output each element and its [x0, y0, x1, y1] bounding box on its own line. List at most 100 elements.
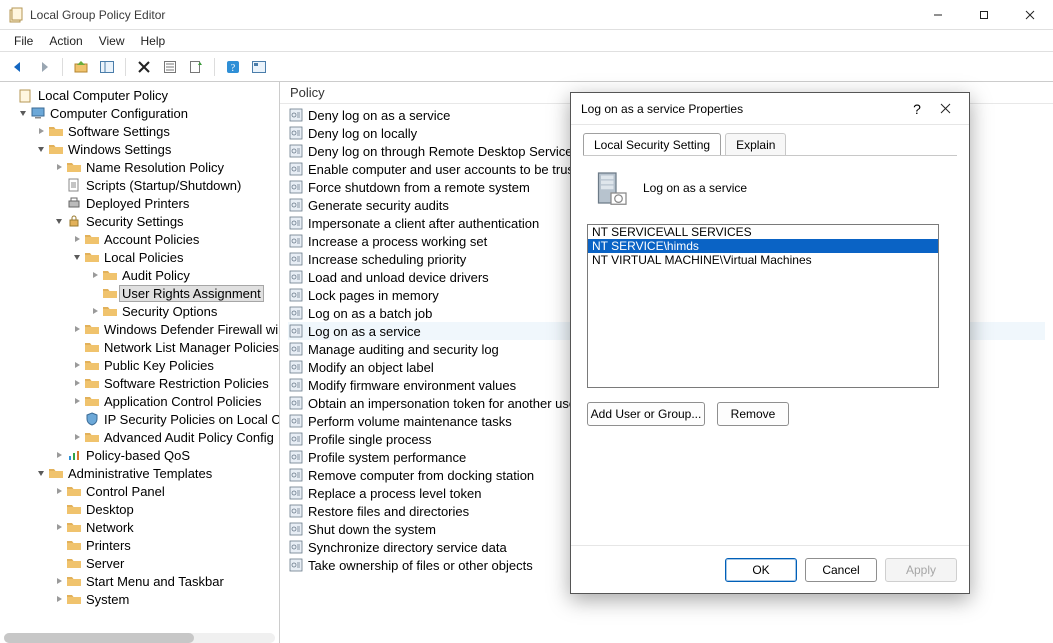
- tree-user-rights-assignment[interactable]: User Rights Assignment: [0, 284, 279, 302]
- chevron-right-icon[interactable]: [52, 592, 66, 606]
- tree-network[interactable]: Network: [0, 518, 279, 536]
- chevron-right-icon[interactable]: [88, 268, 102, 282]
- member-row[interactable]: NT VIRTUAL MACHINE\Virtual Machines: [588, 253, 938, 267]
- tree-wdfw[interactable]: Windows Defender Firewall wi: [0, 320, 279, 338]
- tab-local-security-setting[interactable]: Local Security Setting: [583, 133, 721, 155]
- dialog-help-button[interactable]: ?: [903, 95, 931, 123]
- add-user-or-group-button[interactable]: Add User or Group...: [587, 402, 705, 426]
- dialog-titlebar[interactable]: Log on as a service Properties ?: [571, 93, 969, 125]
- list-item-label: Shut down the system: [308, 522, 436, 537]
- tree-account-policies[interactable]: Account Policies: [0, 230, 279, 248]
- tree-scripts[interactable]: Scripts (Startup/Shutdown): [0, 176, 279, 194]
- tree-server[interactable]: Server: [0, 554, 279, 572]
- member-row[interactable]: NT SERVICE\ALL SERVICES: [588, 225, 938, 239]
- up-button[interactable]: [69, 56, 93, 78]
- chevron-right-icon[interactable]: [34, 124, 48, 138]
- tree-admin-templates[interactable]: Administrative Templates: [0, 464, 279, 482]
- tree-control-panel[interactable]: Control Panel: [0, 482, 279, 500]
- chevron-right-icon[interactable]: [70, 394, 84, 408]
- tree-audit-policy[interactable]: Audit Policy: [0, 266, 279, 284]
- member-row[interactable]: NT SERVICE\himds: [588, 239, 938, 253]
- refresh-button[interactable]: [247, 56, 271, 78]
- chevron-down-icon[interactable]: [52, 214, 66, 228]
- chevron-down-icon[interactable]: [34, 466, 48, 480]
- export-list-button[interactable]: [184, 56, 208, 78]
- chevron-right-icon[interactable]: [70, 376, 84, 390]
- tree-windows-settings[interactable]: Windows Settings: [0, 140, 279, 158]
- folder-icon: [66, 555, 82, 571]
- list-item-label: Profile single process: [308, 432, 432, 447]
- tabstrip: Local Security Setting Explain: [583, 131, 957, 155]
- tree-item-label: Administrative Templates: [68, 466, 212, 481]
- tree-pk-policies[interactable]: Public Key Policies: [0, 356, 279, 374]
- tree-nlmp[interactable]: Network List Manager Policies: [0, 338, 279, 356]
- apply-button[interactable]: Apply: [885, 558, 957, 582]
- chevron-right-icon[interactable]: [52, 520, 66, 534]
- menu-file[interactable]: File: [6, 32, 41, 50]
- minimize-button[interactable]: [915, 0, 961, 30]
- dialog-close-button[interactable]: [931, 95, 959, 123]
- chevron-right-icon[interactable]: [52, 574, 66, 588]
- policy-setting-icon: [288, 197, 304, 213]
- properties-button[interactable]: [158, 56, 182, 78]
- svg-text:?: ?: [231, 63, 236, 74]
- tree-aapc[interactable]: Advanced Audit Policy Config: [0, 428, 279, 446]
- tree-item-label: Software Settings: [68, 124, 170, 139]
- chevron-right-icon[interactable]: [52, 448, 66, 462]
- menu-help[interactable]: Help: [133, 32, 174, 50]
- policy-setting-icon: [288, 269, 304, 285]
- chevron-right-icon[interactable]: [88, 304, 102, 318]
- remove-button[interactable]: Remove: [717, 402, 789, 426]
- chevron-down-icon[interactable]: [34, 142, 48, 156]
- tree-security-options[interactable]: Security Options: [0, 302, 279, 320]
- nav-tree[interactable]: Local Computer Policy Computer Configura…: [0, 82, 279, 631]
- close-button[interactable]: [1007, 0, 1053, 30]
- cancel-button[interactable]: Cancel: [805, 558, 877, 582]
- tree-srp[interactable]: Software Restriction Policies: [0, 374, 279, 392]
- tree-start-menu[interactable]: Start Menu and Taskbar: [0, 572, 279, 590]
- chevron-right-icon[interactable]: [52, 484, 66, 498]
- folder-icon: [84, 321, 100, 337]
- show-hide-tree-button[interactable]: [95, 56, 119, 78]
- tree-ipsec[interactable]: IP Security Policies on Local C: [0, 410, 279, 428]
- chevron-right-icon[interactable]: [70, 430, 84, 444]
- menu-action[interactable]: Action: [41, 32, 90, 50]
- chevron-down-icon[interactable]: [70, 250, 84, 264]
- tree-root[interactable]: Local Computer Policy: [0, 86, 279, 104]
- tree-item-label: Network List Manager Policies: [104, 340, 279, 355]
- members-listbox[interactable]: NT SERVICE\ALL SERVICES NT SERVICE\himds…: [587, 224, 939, 388]
- chevron-right-icon[interactable]: [70, 232, 84, 246]
- tree-pbqos[interactable]: Policy-based QoS: [0, 446, 279, 464]
- tree-software-settings[interactable]: Software Settings: [0, 122, 279, 140]
- chevron-down-icon[interactable]: [16, 106, 30, 120]
- chevron-right-icon[interactable]: [70, 322, 84, 336]
- folder-icon: [84, 429, 100, 445]
- tree-printers[interactable]: Printers: [0, 536, 279, 554]
- tree-item-label: Policy-based QoS: [86, 448, 190, 463]
- back-button[interactable]: [6, 56, 30, 78]
- ok-button[interactable]: OK: [725, 558, 797, 582]
- menu-view[interactable]: View: [91, 32, 133, 50]
- tree-computer-configuration[interactable]: Computer Configuration: [0, 104, 279, 122]
- list-item-label: Profile system performance: [308, 450, 466, 465]
- policy-setting-icon: [288, 323, 304, 339]
- tree-system[interactable]: System: [0, 590, 279, 608]
- policy-name: Log on as a service: [643, 181, 747, 195]
- delete-button[interactable]: [132, 56, 156, 78]
- tree-name-resolution-policy[interactable]: Name Resolution Policy: [0, 158, 279, 176]
- maximize-button[interactable]: [961, 0, 1007, 30]
- chevron-right-icon[interactable]: [70, 358, 84, 372]
- tab-explain[interactable]: Explain: [725, 133, 786, 155]
- tree-deployed-printers[interactable]: Deployed Printers: [0, 194, 279, 212]
- menubar: File Action View Help: [0, 30, 1053, 52]
- forward-button[interactable]: [32, 56, 56, 78]
- help-button[interactable]: ?: [221, 56, 245, 78]
- tree-local-policies[interactable]: Local Policies: [0, 248, 279, 266]
- folder-icon: [102, 303, 118, 319]
- list-item-label: Generate security audits: [308, 198, 449, 213]
- tree-acp[interactable]: Application Control Policies: [0, 392, 279, 410]
- tree-security-settings[interactable]: Security Settings: [0, 212, 279, 230]
- chevron-right-icon[interactable]: [52, 160, 66, 174]
- horizontal-scrollbar[interactable]: [4, 633, 275, 643]
- tree-desktop[interactable]: Desktop: [0, 500, 279, 518]
